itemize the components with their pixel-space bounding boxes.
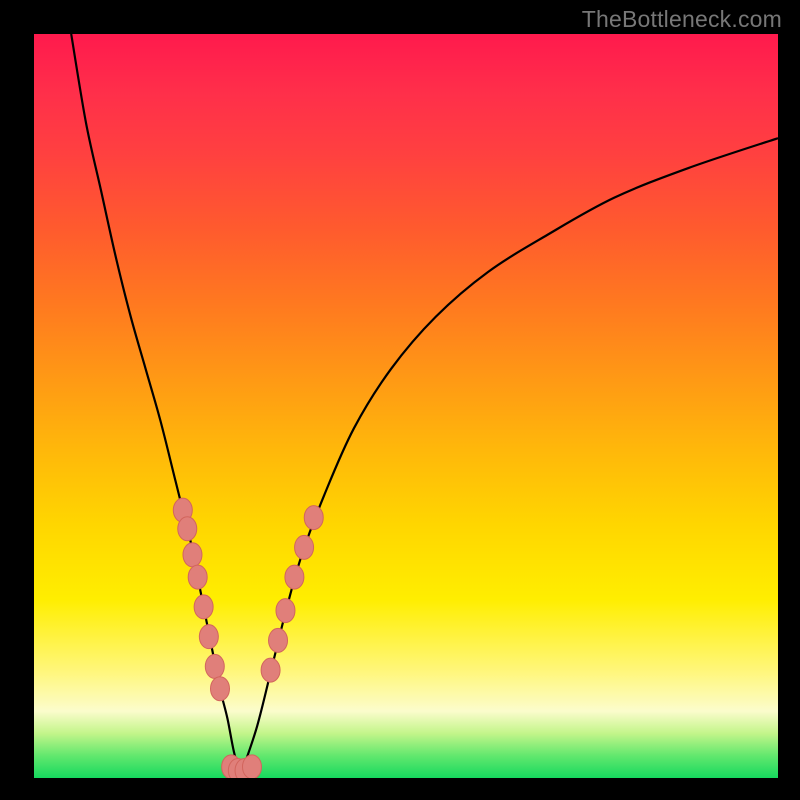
data-marker [285,565,304,589]
data-marker [194,595,213,619]
data-marker [183,543,202,567]
data-marker [276,599,295,623]
outer-frame: TheBottleneck.com [0,0,800,800]
plot-area [34,34,778,778]
data-marker [304,506,323,530]
data-marker [242,755,261,778]
watermark-text: TheBottleneck.com [582,6,782,33]
data-marker [199,625,218,649]
data-marker [205,654,224,678]
data-marker [178,517,197,541]
right-curve-path [242,138,778,770]
data-marker [295,535,314,559]
data-marker [188,565,207,589]
data-marker [211,677,230,701]
data-marker [269,628,288,652]
marker-group [173,498,323,778]
data-marker [261,658,280,682]
chart-svg [34,34,778,778]
